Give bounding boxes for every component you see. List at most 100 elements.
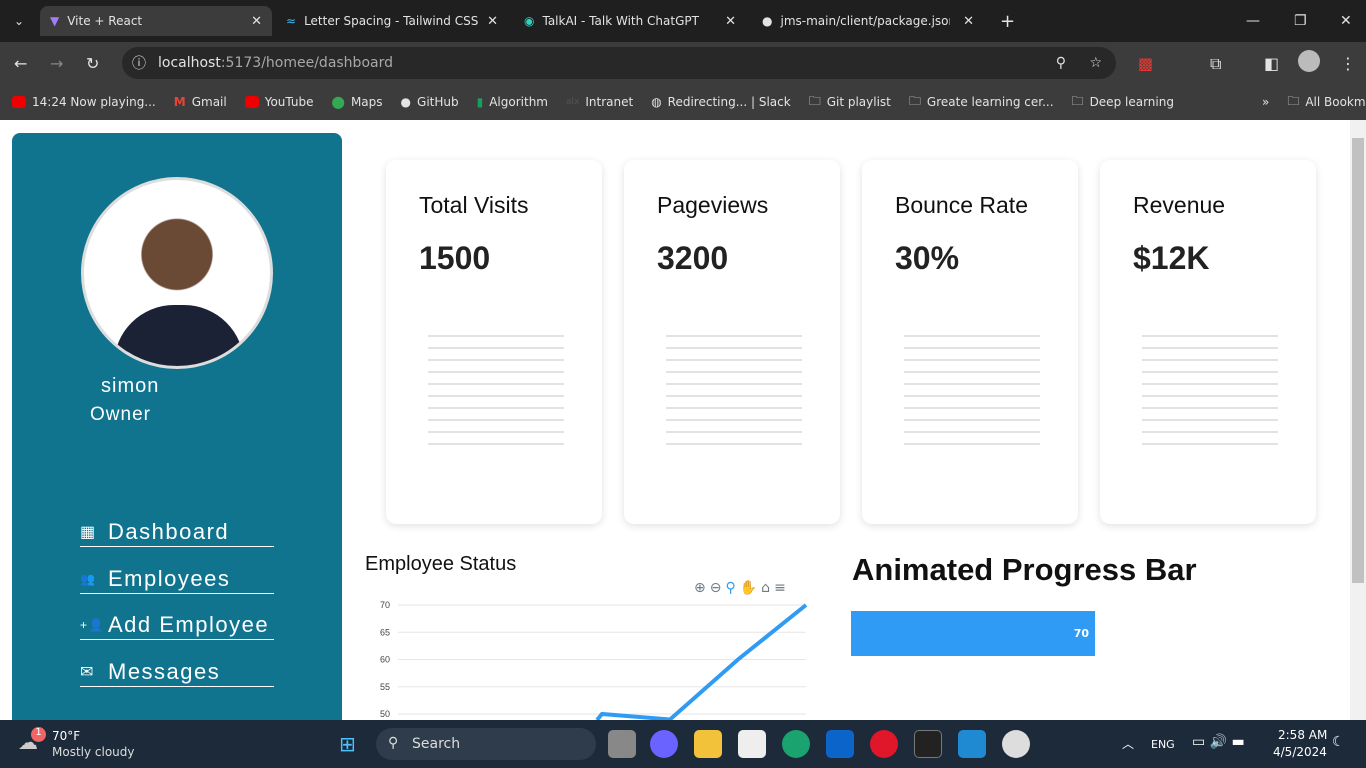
vite-icon: ▼ — [50, 14, 60, 28]
address-bar[interactable]: ⓘ localhost:5173/homee/dashboard ⚲ ☆ — [122, 47, 1116, 79]
bookmark-folder[interactable]: 🗀 Greate learning cer... — [909, 92, 1054, 113]
forward-button[interactable]: → — [50, 54, 63, 73]
outlook-icon[interactable] — [826, 730, 854, 758]
vscode-icon[interactable] — [958, 730, 986, 758]
placeholder-lines — [666, 325, 802, 453]
stat-card-revenue: Revenue $12K — [1100, 160, 1316, 524]
side-panel-icon[interactable]: ◧ — [1264, 54, 1279, 73]
zoom-icon[interactable]: ⚲ — [1056, 55, 1066, 71]
bookmark[interactable]: YouTube — [244, 95, 314, 109]
all-bookmarks[interactable]: 🗀All Bookmarks — [1287, 92, 1366, 113]
tab-talkai[interactable]: ◉ TalkAI - Talk With ChatGPT ✕ — [514, 6, 746, 36]
sidebar-item-messages[interactable]: ✉ Messages — [80, 659, 274, 687]
mail-icon: ✉ — [80, 664, 95, 681]
globe-icon: ◍ — [651, 95, 662, 109]
tab-strip: ⌄ ▼ Vite + React ✕ ≈ Letter Spacing - Tailw… — [0, 0, 1366, 42]
file-explorer-icon[interactable] — [694, 730, 722, 758]
scrollbar[interactable] — [1350, 120, 1366, 720]
opera-icon[interactable] — [870, 730, 898, 758]
gmail-icon: M — [173, 95, 186, 109]
weather-desc[interactable]: Mostly cloudy — [52, 745, 135, 759]
sidebar-item-dashboard[interactable]: ▦ Dashboard — [80, 519, 274, 547]
menu-icon[interactable]: ⋮ — [1340, 54, 1356, 73]
clock-time[interactable]: 2:58 AM — [1278, 728, 1327, 742]
tab-search-button[interactable]: ⌄ — [8, 6, 34, 36]
sidebar-item-add-employee[interactable]: +👤 Add Employee — [80, 612, 274, 640]
search-icon: ⚲ — [388, 735, 399, 751]
terminal-icon[interactable] — [914, 730, 942, 758]
store-icon[interactable] — [738, 730, 766, 758]
sidebar: simon Owner ▦ Dashboard 👥 Employees +👤 Add … — [12, 133, 342, 720]
user-name: simon — [101, 375, 160, 397]
profile-avatar[interactable] — [1298, 50, 1320, 72]
progress-title: Animated Progress Bar — [852, 552, 1197, 587]
tailwind-icon: ≈ — [286, 14, 297, 28]
minimize-button[interactable]: — — [1236, 6, 1270, 36]
weather-badge: 1 — [31, 727, 46, 742]
stat-card-bounce-rate: Bounce Rate 30% — [862, 160, 1078, 524]
y-tick-label: 55 — [380, 682, 390, 692]
progress-bar: 70 — [851, 611, 1095, 656]
algorithm-icon: ▮ — [476, 95, 484, 109]
edge-icon[interactable] — [782, 730, 810, 758]
teams-icon[interactable] — [650, 730, 678, 758]
extensions-puzzle-icon[interactable]: ⧉ — [1210, 54, 1221, 74]
tab-vite-react[interactable]: ▼ Vite + React ✕ — [40, 6, 272, 36]
close-window-button[interactable]: ✕ — [1330, 6, 1362, 36]
employee-status-chart: Employee Status ⊕ ⊖ ⚲ ✋ ⌂ ≡ 50 55 60 65 70 — [360, 550, 820, 720]
weather-temp[interactable]: 70°F — [52, 729, 80, 743]
stat-card-total-visits: Total Visits 1500 — [386, 160, 602, 524]
back-button[interactable]: ← — [14, 54, 27, 73]
maximize-button[interactable]: ❐ — [1284, 6, 1317, 36]
people-icon: 👥 — [80, 572, 97, 586]
network-volume-battery-icons[interactable]: ▭ 🔊 ▬ — [1192, 734, 1245, 750]
bookmark[interactable]: 14:24 Now playing... — [12, 95, 156, 109]
more-bookmarks-icon[interactable]: » — [1262, 95, 1269, 109]
dashboard-page: simon Owner ▦ Dashboard 👥 Employees +👤 Add … — [0, 120, 1350, 720]
new-tab-button[interactable]: + — [994, 6, 1021, 36]
intranet-icon: alx — [566, 97, 580, 107]
youtube-icon — [244, 96, 259, 108]
chrome-icon[interactable] — [1002, 730, 1030, 758]
y-tick-label: 50 — [380, 709, 390, 719]
tab-tailwind[interactable]: ≈ Letter Spacing - Tailwind CSS ✕ — [276, 6, 508, 36]
site-info-icon[interactable]: ⓘ — [132, 53, 146, 73]
search-box[interactable]: ⚲ Search — [376, 728, 596, 760]
folder-icon: 🗀 — [808, 93, 821, 108]
series-line — [595, 603, 808, 720]
taskbar: ☁ 1 70°F Mostly cloudy ⊞ ⚲ Search ︿ ENG ▭… — [0, 720, 1366, 768]
bookmark-folder[interactable]: 🗀 Git playlist — [809, 92, 891, 113]
dashboard-icon: ▦ — [80, 524, 97, 541]
close-tab-icon[interactable]: ✕ — [725, 14, 736, 29]
clock-date[interactable]: 4/5/2024 — [1273, 745, 1327, 759]
bookmark[interactable]: ⬤ Maps — [332, 95, 383, 109]
sidebar-item-employees[interactable]: 👥 Employees — [80, 566, 274, 594]
start-button[interactable]: ⊞ — [339, 732, 356, 756]
y-tick-label: 70 — [380, 600, 390, 610]
bookmark[interactable]: M Gmail — [174, 95, 227, 109]
tray-chevron-icon[interactable]: ︿ — [1122, 735, 1134, 752]
close-tab-icon[interactable]: ✕ — [487, 14, 498, 29]
placeholder-lines — [428, 325, 564, 453]
talkai-icon: ◉ — [524, 14, 535, 28]
bookmark[interactable]: ● GitHub — [401, 95, 459, 109]
close-tab-icon[interactable]: ✕ — [251, 14, 262, 29]
bookmark-folder[interactable]: 🗀 Deep learning — [1072, 92, 1174, 113]
bookmark[interactable]: alx Intranet — [566, 95, 633, 109]
extension-icon[interactable]: ▩ — [1138, 54, 1153, 73]
bookmarks-bar: 14:24 Now playing... M Gmail YouTube ⬤ Map… — [0, 84, 1366, 120]
reload-button[interactable]: ↻ — [86, 54, 99, 73]
language-indicator[interactable]: ENG — [1151, 738, 1175, 751]
y-tick-label: 60 — [380, 655, 390, 665]
bookmark[interactable]: ◍ Redirecting... | Slack — [651, 95, 791, 109]
user-role: Owner — [90, 404, 151, 425]
close-tab-icon[interactable]: ✕ — [963, 14, 974, 29]
youtube-icon — [12, 96, 26, 108]
placeholder-lines — [904, 325, 1040, 453]
maps-icon: ⬤ — [331, 95, 345, 109]
bookmark-star-icon[interactable]: ☆ — [1089, 55, 1102, 71]
tab-github[interactable]: ●jms-main/client/package.json at✕ — [752, 6, 984, 36]
bookmark[interactable]: ▮ Algorithm — [477, 95, 548, 109]
task-view-icon[interactable] — [608, 730, 636, 758]
notifications-icon[interactable]: ☾ — [1332, 734, 1345, 750]
